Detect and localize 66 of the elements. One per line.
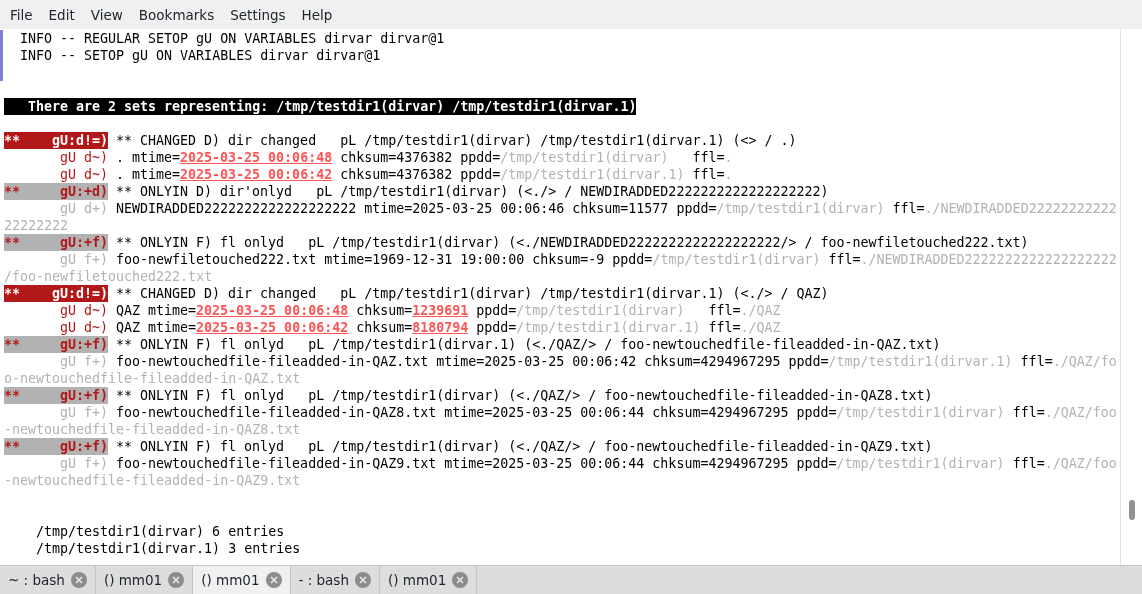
marker-text: ** bbox=[4, 438, 20, 455]
terminal-line: ** ONLYIN F) fl onlyd pL /tmp/testdir1(dirvar) (<./NEWDIRADDED2222222222222222222/> / foo-newfiletouched222.txt) bbox=[116, 234, 1029, 251]
status-code: gU f+) bbox=[59, 455, 108, 472]
close-icon[interactable] bbox=[70, 572, 87, 588]
info-message: INFO -- SETOP gU ON VARIABLES dirvar dirvar@1 bbox=[20, 47, 381, 64]
terminal-line: ** ONLYIN D) dir'onlyd pL /tmp/testdir1(dirvar) (<./> / NEWDIRADDED2222222222222222222) bbox=[116, 183, 829, 200]
status-code: gU:d!=) bbox=[51, 285, 108, 302]
status-code: gU f+) bbox=[59, 353, 108, 370]
banner-text: There are 2 sets representing: /tmp/testdir1(dirvar) /tmp/testdir1(dirvar.1) bbox=[4, 98, 637, 115]
wrapped-line: /foo-newfiletouched222.txt bbox=[4, 268, 213, 285]
wrapped-line: o-newtouchedfile-fileadded-in-QAZ.txt bbox=[4, 370, 301, 387]
marker-text: ** bbox=[4, 132, 20, 149]
terminal-line: QAZ mtime=2025-03-25 00:06:48 chksum=1239691 ppdd=/tmp/testdir1(dirvar) ffl=./QAZ bbox=[116, 302, 781, 319]
status-code: gU:+f) bbox=[59, 438, 108, 455]
summary-line: /tmp/testdir1(dirvar.1) 3 entries bbox=[36, 540, 301, 557]
terminal-line: QAZ mtime=2025-03-25 00:06:42 chksum=8180794 ppdd=/tmp/testdir1(dirvar.1) ffl=./QAZ bbox=[116, 319, 781, 336]
close-icon[interactable] bbox=[354, 572, 371, 588]
close-icon[interactable] bbox=[452, 572, 469, 588]
marker-text: ** bbox=[4, 285, 20, 302]
terminal-line: ** ONLYIN F) fl onlyd pL /tmp/testdir1(dirvar) (<./QAZ/> / foo-newtouchedfile-fileadded-in-QAZ8.txt) bbox=[116, 387, 933, 404]
menu-item[interactable]: Settings bbox=[222, 4, 294, 25]
status-code: gU:d!=) bbox=[51, 132, 108, 149]
status-code: gU d+) bbox=[59, 200, 108, 217]
menu-item[interactable]: Help bbox=[293, 4, 341, 25]
summary-line: /tmp/testdir1(dirvar) 6 entries bbox=[36, 523, 285, 540]
terminal-line: foo-newfiletouched222.txt mtime=1969-12-31 19:00:00 chksum=-9 ppdd=/tmp/testdir1(dirvar) ffl=./NEWDIRADDED2222222222222222222 bbox=[116, 251, 1117, 268]
marker-bar bbox=[0, 30, 3, 81]
terminal-tab[interactable]: ~ : bash bbox=[0, 566, 96, 594]
status-code: gU:+f) bbox=[59, 387, 108, 404]
terminal-line: foo-newtouchedfile-fileadded-in-QAZ.txt mtime=2025-03-25 00:06:42 chksum=4294967295 ppdd=/tmp/testdir1(dirvar.1) ffl=./QAZ/fo bbox=[116, 353, 1117, 370]
info-message: INFO -- REGULAR SETOP gU ON VARIABLES dirvar dirvar@1 bbox=[20, 30, 445, 47]
marker-text: ** bbox=[4, 336, 20, 353]
terminal-line: ** CHANGED D) dir changed pL /tmp/testdir1(dirvar) /tmp/testdir1(dirvar.1) (<./> / QAZ) bbox=[116, 285, 829, 302]
marker-text: ** bbox=[4, 183, 20, 200]
terminal-line: ** ONLYIN F) fl onlyd pL /tmp/testdir1(dirvar.1) (<./QAZ/> / foo-newtouchedfile-fileadded-in-QAZ.txt) bbox=[116, 336, 941, 353]
wrapped-line: 22222222 bbox=[4, 217, 69, 234]
menu-item[interactable]: File bbox=[2, 4, 41, 25]
terminal-line: ** CHANGED D) dir changed pL /tmp/testdir1(dirvar) /tmp/testdir1(dirvar.1) (<> / .) bbox=[116, 132, 797, 149]
terminal-line: ** ONLYIN F) fl onlyd pL /tmp/testdir1(dirvar) (<./QAZ/> / foo-newtouchedfile-fileadded-in-QAZ9.txt) bbox=[116, 438, 933, 455]
terminal-tab[interactable]: () mm01 bbox=[193, 566, 291, 594]
status-code: gU:+f) bbox=[59, 234, 108, 251]
terminal-line: NEWDIRADDED2222222222222222222 mtime=2025-03-25 00:06:46 chksum=11577 ppdd=/tmp/testdir1(dirvar) ffl=./NEWDIRADDED22222222222 bbox=[116, 200, 1117, 217]
terminal-line: . mtime=2025-03-25 00:06:48 chksum=4376382 ppdd=/tmp/testdir1(dirvar) ffl=. bbox=[116, 149, 733, 166]
terminal-line: foo-newtouchedfile-fileadded-in-QAZ9.txt mtime=2025-03-25 00:06:44 chksum=4294967295 ppdd=/tmp/testdir1(dirvar) ffl=./QAZ/foo bbox=[116, 455, 1117, 472]
marker-text: ** bbox=[4, 387, 20, 404]
status-code: gU f+) bbox=[59, 404, 108, 421]
menu-item[interactable]: View bbox=[82, 4, 131, 25]
scrollbar-thumb[interactable] bbox=[1129, 500, 1135, 520]
terminal-tab[interactable]: - : bash bbox=[290, 566, 380, 594]
close-icon[interactable] bbox=[168, 572, 185, 588]
menu-item[interactable]: Edit bbox=[40, 4, 83, 25]
wrapped-line: -newtouchedfile-fileadded-in-QAZ8.txt bbox=[4, 421, 301, 438]
terminal-tab[interactable]: () mm01 bbox=[379, 566, 478, 594]
status-code: gU f+) bbox=[59, 251, 108, 268]
marker-text: ** bbox=[4, 234, 20, 251]
close-icon[interactable] bbox=[265, 572, 282, 588]
menu-item[interactable]: Bookmarks bbox=[130, 4, 223, 25]
status-code: gU:+d) bbox=[59, 183, 108, 200]
terminal-line: . mtime=2025-03-25 00:06:42 chksum=4376382 ppdd=/tmp/testdir1(dirvar.1) ffl=. bbox=[116, 166, 733, 183]
status-code: gU:+f) bbox=[59, 336, 108, 353]
status-code: gU d~) bbox=[59, 302, 108, 319]
terminal-line: foo-newtouchedfile-fileadded-in-QAZ8.txt mtime=2025-03-25 00:06:44 chksum=4294967295 ppdd=/tmp/testdir1(dirvar) ffl=./QAZ/foo bbox=[116, 404, 1117, 421]
status-code: gU d~) bbox=[59, 149, 108, 166]
wrapped-line: -newtouchedfile-fileadded-in-QAZ9.txt bbox=[4, 472, 301, 489]
status-code: gU d~) bbox=[59, 319, 108, 336]
status-code: gU d~) bbox=[59, 166, 108, 183]
